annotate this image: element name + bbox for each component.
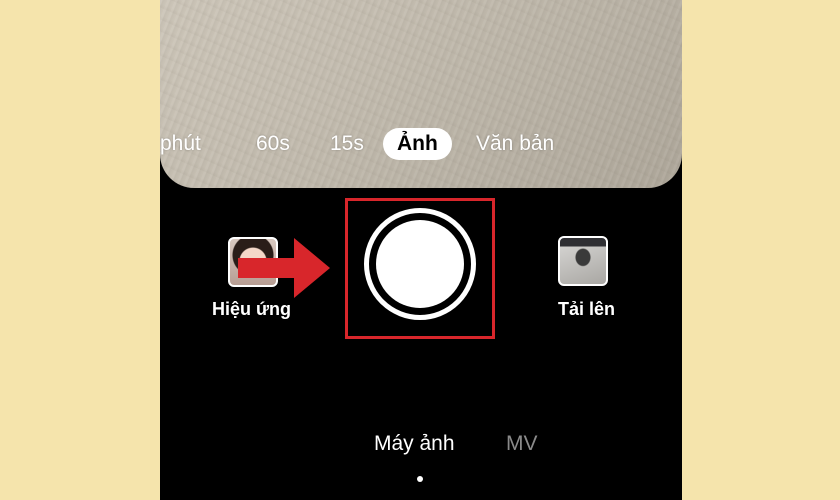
active-tab-indicator bbox=[417, 476, 423, 482]
camera-viewfinder: phút 60s 15s Ảnh Văn bản bbox=[160, 0, 682, 188]
mode-tab-60s[interactable]: 60s bbox=[256, 126, 290, 162]
mode-tab-minutes[interactable]: phút bbox=[160, 126, 201, 162]
upload-label[interactable]: Tải lên bbox=[558, 299, 615, 320]
bottom-tab-camera[interactable]: Máy ảnh bbox=[374, 432, 455, 456]
arrow-right-icon bbox=[238, 238, 330, 298]
capture-mode-tabs: phút 60s 15s Ảnh Văn bản bbox=[160, 126, 682, 162]
mode-tab-15s[interactable]: 15s bbox=[330, 126, 364, 162]
effects-label[interactable]: Hiệu ứng bbox=[212, 299, 291, 320]
upload-thumbnail[interactable] bbox=[558, 236, 608, 286]
phone-screen: phút 60s 15s Ảnh Văn bản Hiệu ứng Tải lê… bbox=[160, 0, 682, 500]
bottom-tab-mv[interactable]: MV bbox=[506, 432, 538, 456]
annotation-highlight-box bbox=[345, 198, 495, 339]
mode-tab-photo[interactable]: Ảnh bbox=[383, 128, 452, 160]
mode-tab-text[interactable]: Văn bản bbox=[476, 126, 554, 162]
